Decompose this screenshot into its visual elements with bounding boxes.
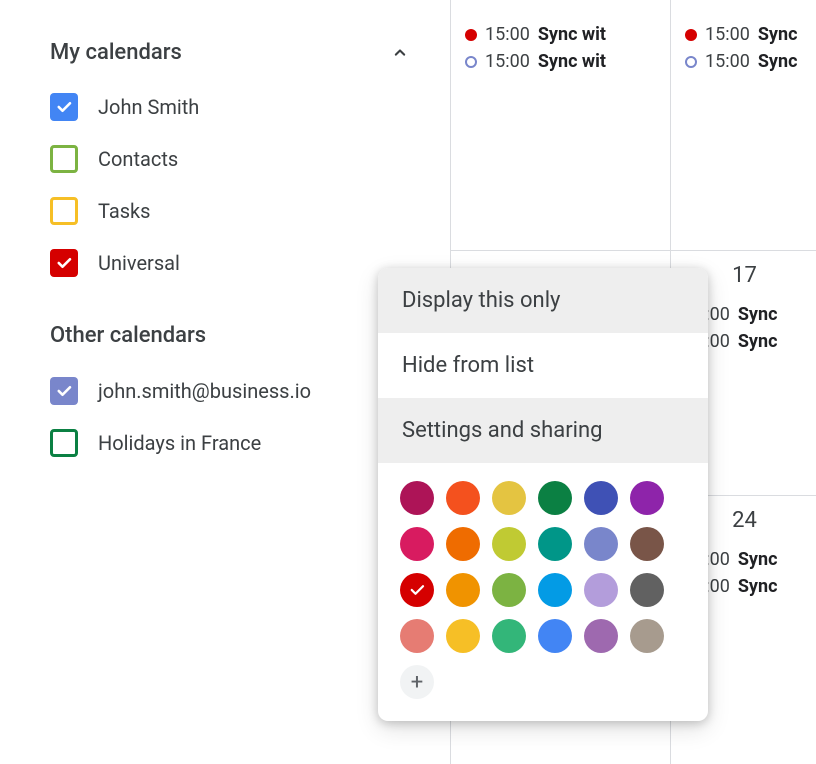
calendar-label: john.smith@business.io (98, 379, 311, 403)
event-title: Sync (738, 331, 778, 352)
other-calendars-title: Other calendars (50, 323, 206, 348)
color-swatch[interactable] (630, 619, 664, 653)
color-swatch[interactable] (492, 619, 526, 653)
menu-display-only[interactable]: Display this only (378, 268, 708, 333)
event-title: Sync (758, 24, 798, 45)
menu-settings-sharing[interactable]: Settings and sharing (378, 398, 708, 463)
color-swatch[interactable] (630, 481, 664, 515)
calendar-context-menu: Display this only Hide from list Setting… (378, 268, 708, 721)
color-swatch[interactable] (492, 481, 526, 515)
color-swatch[interactable] (538, 573, 572, 607)
menu-hide-from-list[interactable]: Hide from list (378, 333, 708, 398)
color-swatch[interactable] (630, 527, 664, 561)
color-swatch[interactable] (538, 481, 572, 515)
checkbox-icon[interactable] (50, 145, 78, 173)
event-time: 15:00 (705, 51, 750, 72)
event-row[interactable]: 15:00 Sync (685, 24, 804, 45)
event-title: Sync wit (538, 24, 606, 45)
calendar-label: John Smith (98, 95, 199, 119)
event-row[interactable]: 15:00 Sync (685, 51, 804, 72)
calendar-item-contacts[interactable]: Contacts (50, 145, 450, 173)
color-swatch[interactable] (584, 527, 618, 561)
calendar-label: Universal (98, 251, 180, 275)
checkbox-icon[interactable] (50, 249, 78, 277)
color-swatch[interactable] (400, 619, 434, 653)
checkbox-icon[interactable] (50, 197, 78, 225)
checkbox-icon[interactable] (50, 93, 78, 121)
event-time: 15:00 (485, 24, 530, 45)
event-dot-icon (685, 29, 697, 41)
color-swatch[interactable] (400, 573, 434, 607)
event-dot-icon (685, 56, 697, 68)
event-title: Sync (738, 576, 778, 597)
event-row[interactable]: 15:00 Sync wit (465, 24, 658, 45)
color-swatch[interactable] (630, 573, 664, 607)
event-dot-icon (465, 29, 477, 41)
color-swatch[interactable] (492, 573, 526, 607)
color-swatch[interactable] (538, 527, 572, 561)
color-swatch[interactable] (492, 527, 526, 561)
color-swatch[interactable] (446, 481, 480, 515)
color-picker: + (378, 463, 708, 721)
checkbox-icon[interactable] (50, 429, 78, 457)
color-swatch[interactable] (584, 481, 618, 515)
event-time: 15:00 (485, 51, 530, 72)
color-swatch[interactable] (446, 527, 480, 561)
event-title: Sync (738, 549, 778, 570)
calendar-item-tasks[interactable]: Tasks (50, 197, 450, 225)
color-swatch[interactable] (584, 619, 618, 653)
color-swatch[interactable] (446, 573, 480, 607)
event-row[interactable]: 15:00 Sync wit (465, 51, 658, 72)
my-calendars-header[interactable]: My calendars (50, 40, 450, 65)
plus-icon: + (411, 670, 423, 695)
color-swatch[interactable] (400, 481, 434, 515)
my-calendars-title: My calendars (50, 40, 182, 65)
color-swatch[interactable] (400, 527, 434, 561)
grid-cell[interactable]: 15:00 Sync 15:00 Sync (671, 0, 816, 250)
event-title: Sync wit (538, 51, 606, 72)
calendar-item-john-smith[interactable]: John Smith (50, 93, 450, 121)
color-swatch[interactable] (584, 573, 618, 607)
calendar-label: Contacts (98, 147, 178, 171)
event-title: Sync (738, 304, 778, 325)
grid-cell[interactable]: 15:00 Sync wit 15:00 Sync wit (451, 0, 670, 250)
chevron-up-icon (390, 43, 410, 63)
event-time: 15:00 (705, 24, 750, 45)
event-dot-icon (465, 56, 477, 68)
color-swatch[interactable] (446, 619, 480, 653)
color-swatch[interactable] (538, 619, 572, 653)
calendar-label: Tasks (98, 199, 151, 223)
checkbox-icon[interactable] (50, 377, 78, 405)
calendar-label: Holidays in France (98, 431, 261, 455)
add-color-button[interactable]: + (400, 665, 434, 699)
event-title: Sync (758, 51, 798, 72)
